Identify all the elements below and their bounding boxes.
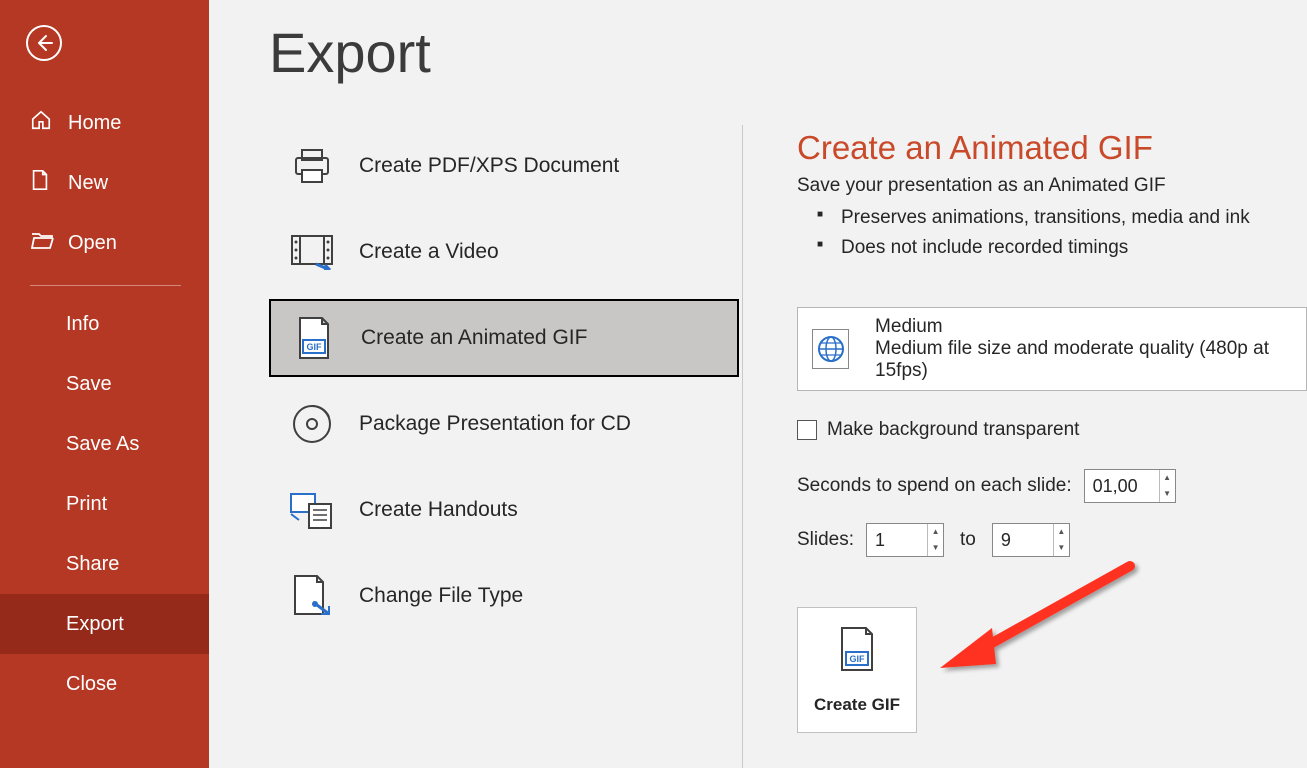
sidebar-divider — [30, 285, 181, 286]
spin-arrows[interactable]: ▲▼ — [1159, 470, 1175, 502]
pdf-printer-icon — [287, 146, 337, 186]
seconds-label: Seconds to spend on each slide: — [797, 475, 1072, 497]
spin-arrows[interactable]: ▲▼ — [927, 524, 943, 556]
sidebar-item-new[interactable]: New — [0, 153, 209, 213]
slides-from-spinbox[interactable]: 1 ▲▼ — [866, 523, 944, 557]
slides-label: Slides: — [797, 529, 854, 551]
gif-file-icon: GIF — [289, 316, 339, 360]
quality-globe-icon — [812, 329, 849, 369]
home-icon — [30, 109, 54, 137]
sidebar-item-save[interactable]: Save — [0, 354, 209, 414]
slides-to-spinbox[interactable]: 9 ▲▼ — [992, 523, 1070, 557]
quality-title: Medium — [875, 316, 1292, 338]
svg-text:GIF: GIF — [850, 654, 866, 664]
open-folder-icon — [30, 230, 54, 256]
details-bullet: Preserves animations, transitions, media… — [817, 203, 1307, 233]
export-option-change-filetype[interactable]: Change File Type — [269, 557, 742, 635]
backstage-sidebar: Home New Open Info Save Save As Print Sh… — [0, 0, 209, 768]
sidebar-item-share[interactable]: Share — [0, 534, 209, 594]
export-option-handouts[interactable]: Create Handouts — [269, 471, 742, 549]
change-filetype-icon — [287, 574, 337, 618]
export-option-label: Create a Video — [359, 240, 499, 264]
main-content: Export Create PDF/XPS Document — [209, 0, 1307, 768]
seconds-value[interactable]: 01,00 — [1085, 476, 1159, 497]
details-title: Create an Animated GIF — [797, 129, 1307, 167]
checkbox-icon[interactable] — [797, 420, 817, 440]
export-option-label: Package Presentation for CD — [359, 412, 631, 436]
details-bullet: Does not include recorded timings — [817, 233, 1307, 263]
create-gif-button[interactable]: GIF Create GIF — [797, 607, 917, 733]
quality-dropdown[interactable]: Medium Medium file size and moderate qua… — [797, 307, 1307, 391]
sidebar-label-open: Open — [68, 232, 117, 255]
slides-to-value[interactable]: 9 — [993, 530, 1053, 551]
export-option-video[interactable]: Create a Video — [269, 213, 742, 291]
chevron-down-icon[interactable]: ▼ — [928, 540, 943, 556]
sidebar-item-print[interactable]: Print — [0, 474, 209, 534]
export-option-gif[interactable]: GIF Create an Animated GIF — [269, 299, 739, 377]
sidebar-label-new: New — [68, 172, 108, 195]
sidebar-label-share: Share — [66, 553, 119, 576]
sidebar-item-open[interactable]: Open — [0, 213, 209, 273]
svg-text:GIF: GIF — [307, 342, 323, 352]
back-arrow-icon — [34, 33, 54, 53]
new-file-icon — [30, 169, 54, 197]
sidebar-label-export: Export — [66, 613, 124, 636]
seconds-spinbox[interactable]: 01,00 ▲▼ — [1084, 469, 1176, 503]
seconds-per-slide-row: Seconds to spend on each slide: 01,00 ▲▼ — [797, 469, 1307, 503]
chevron-down-icon[interactable]: ▼ — [1054, 540, 1069, 556]
back-button[interactable] — [26, 25, 62, 61]
gif-file-icon: GIF — [836, 626, 878, 679]
chevron-up-icon[interactable]: ▲ — [928, 524, 943, 540]
sidebar-label-save-as: Save As — [66, 433, 139, 456]
export-option-package-cd[interactable]: Package Presentation for CD — [269, 385, 742, 463]
spin-arrows[interactable]: ▲▼ — [1053, 524, 1069, 556]
transparent-bg-checkbox-row[interactable]: Make background transparent — [797, 419, 1307, 441]
export-option-label: Create Handouts — [359, 498, 518, 522]
details-subtitle: Save your presentation as an Animated GI… — [797, 175, 1307, 197]
sidebar-label-close: Close — [66, 673, 117, 696]
transparent-bg-label: Make background transparent — [827, 419, 1079, 441]
export-options-column: Create PDF/XPS Document Create a Video — [269, 125, 743, 768]
sidebar-item-close[interactable]: Close — [0, 654, 209, 714]
create-gif-label: Create GIF — [814, 695, 900, 715]
export-option-label: Create PDF/XPS Document — [359, 154, 619, 178]
slides-from-value[interactable]: 1 — [867, 530, 927, 551]
export-option-label: Create an Animated GIF — [361, 326, 587, 350]
chevron-up-icon[interactable]: ▲ — [1054, 524, 1069, 540]
sidebar-item-info[interactable]: Info — [0, 294, 209, 354]
slides-range-row: Slides: 1 ▲▼ to 9 ▲▼ — [797, 523, 1307, 557]
sidebar-label-save: Save — [66, 373, 112, 396]
export-option-pdf[interactable]: Create PDF/XPS Document — [269, 127, 742, 205]
video-film-icon — [287, 234, 337, 270]
page-title: Export — [269, 20, 1307, 85]
sidebar-label-home: Home — [68, 112, 121, 135]
sidebar-item-save-as[interactable]: Save As — [0, 414, 209, 474]
export-option-label: Change File Type — [359, 584, 523, 608]
chevron-up-icon[interactable]: ▲ — [1160, 470, 1175, 486]
cd-disc-icon — [287, 403, 337, 445]
sidebar-item-export[interactable]: Export — [0, 594, 209, 654]
sidebar-label-print: Print — [66, 493, 107, 516]
sidebar-item-home[interactable]: Home — [0, 93, 209, 153]
sidebar-label-info: Info — [66, 313, 99, 336]
quality-description: Medium file size and moderate quality (4… — [875, 338, 1292, 382]
export-details-column: Create an Animated GIF Save your present… — [743, 125, 1307, 768]
chevron-down-icon[interactable]: ▼ — [1160, 486, 1175, 502]
slides-to-label: to — [960, 529, 976, 551]
handouts-icon — [287, 490, 337, 530]
